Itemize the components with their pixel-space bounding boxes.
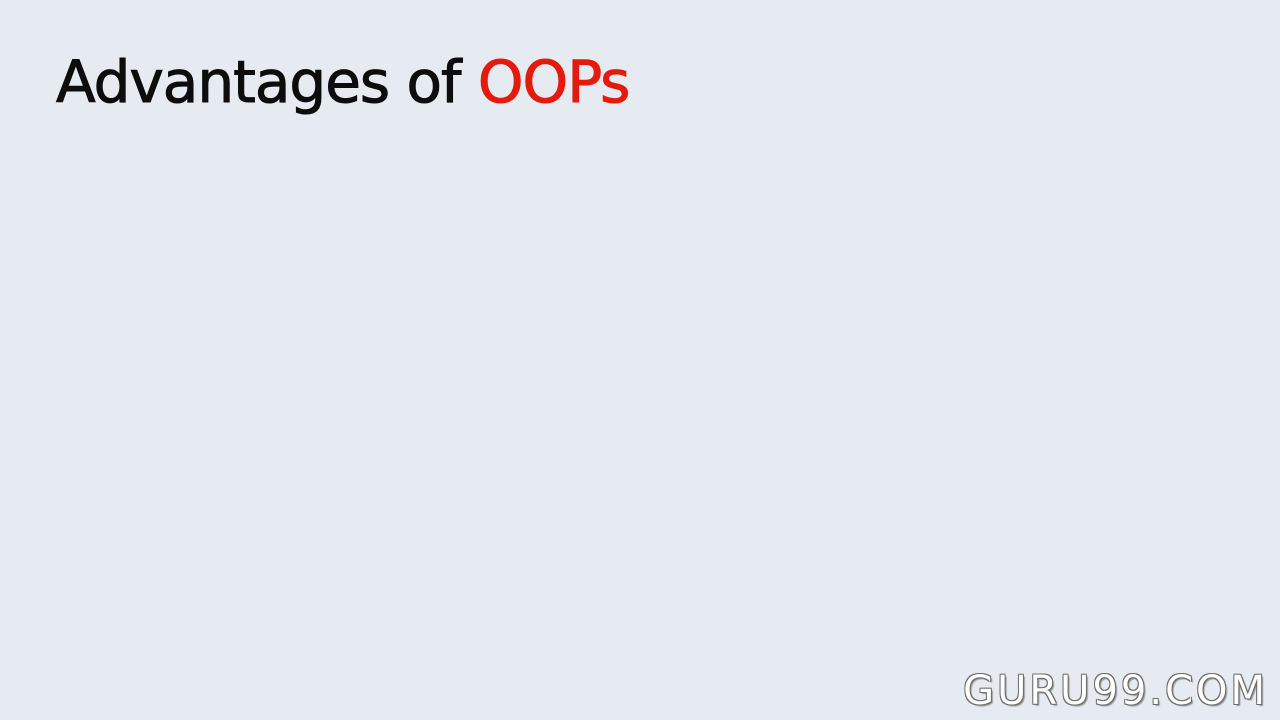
slide-canvas: Advantages of OOPs GURU99.COM <box>0 0 1280 720</box>
slide-title: Advantages of OOPs <box>56 48 631 118</box>
brand-watermark: GURU99.COM <box>963 668 1268 714</box>
slide-title-text: Advantages of <box>56 48 478 117</box>
slide-title-accent: OOPs <box>477 48 630 117</box>
